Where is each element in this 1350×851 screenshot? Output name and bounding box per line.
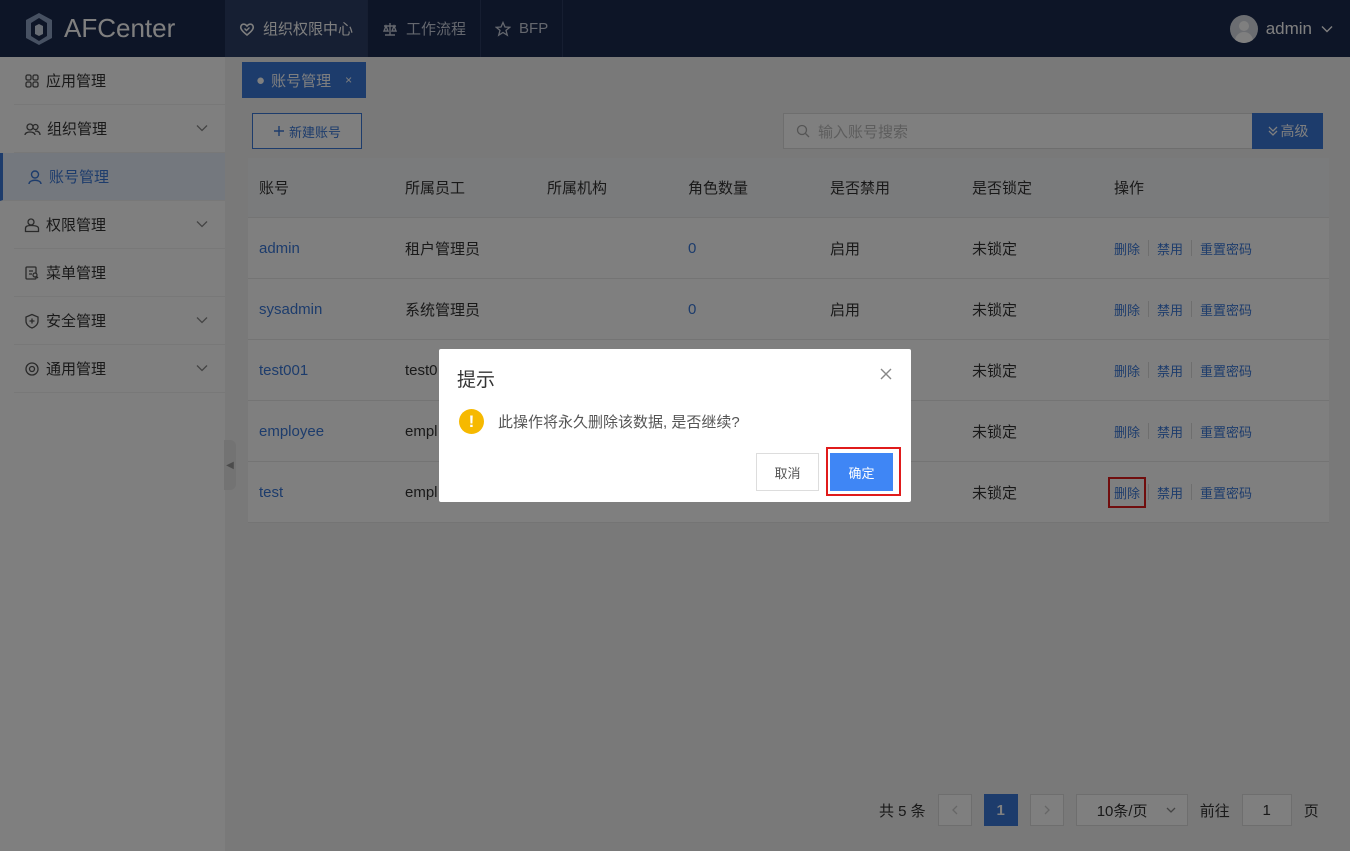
app-root: AFCenter 组织权限中心 工作流程 BFP admin 应用管: [0, 0, 1350, 851]
dialog-message-row: ! 此操作将永久删除该数据, 是否继续?: [459, 409, 740, 434]
dialog-title: 提示: [457, 370, 496, 391]
close-icon[interactable]: [879, 367, 893, 381]
warning-icon: !: [459, 409, 484, 434]
confirm-dialog: 提示 ! 此操作将永久删除该数据, 是否继续? 取消 确定: [439, 349, 911, 502]
confirm-button[interactable]: 确定: [830, 453, 893, 491]
cancel-button[interactable]: 取消: [756, 453, 819, 491]
dialog-message: 此操作将永久删除该数据, 是否继续?: [498, 414, 740, 431]
